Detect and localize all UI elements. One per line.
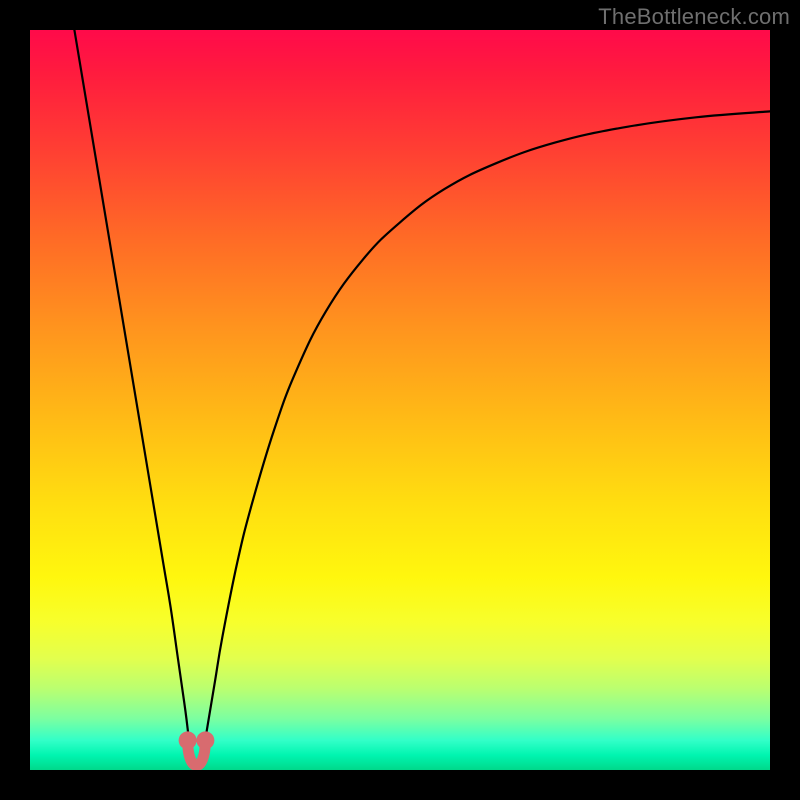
watermark-text: TheBottleneck.com bbox=[598, 4, 790, 30]
marker-min-right bbox=[196, 731, 214, 749]
chart-stage: TheBottleneck.com bbox=[0, 0, 800, 800]
marker-layer bbox=[30, 30, 770, 770]
marker-min-left bbox=[179, 731, 197, 749]
plot-area bbox=[30, 30, 770, 770]
